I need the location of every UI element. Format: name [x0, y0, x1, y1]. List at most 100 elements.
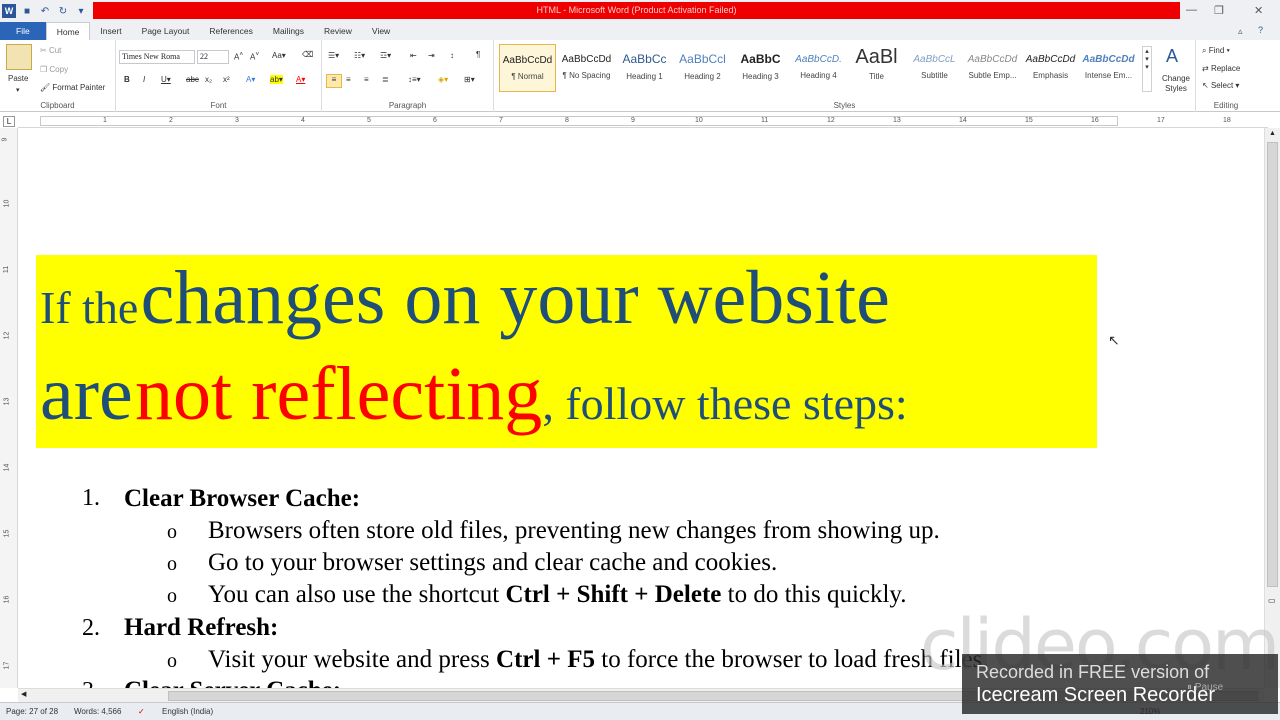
align-left-icon[interactable]: ≡ [326, 74, 342, 88]
style-no-spacing[interactable]: AaBbCcDd ¶ No Spacing [558, 44, 615, 92]
style-subtle-emphasis[interactable]: AaBbCcDd Subtle Emp... [964, 44, 1021, 92]
tab-references[interactable]: References [199, 22, 262, 40]
bullets-icon[interactable]: ☰▾ [328, 51, 339, 60]
style-emphasis[interactable]: AaBbCcDd Emphasis [1022, 44, 1079, 92]
grow-font-icon[interactable]: A˄ [234, 51, 243, 62]
sort-icon[interactable]: ↕ [450, 51, 454, 60]
bullet-text: Browsers often store old files, preventi… [208, 517, 940, 544]
paragraph-label: Paragraph [388, 101, 427, 110]
replace-button[interactable]: ⇄ Replace [1202, 64, 1240, 73]
style-title[interactable]: AaBl Title [848, 44, 905, 92]
scroll-up-icon[interactable]: ▲ [1269, 130, 1276, 137]
decrease-indent-icon[interactable]: ⇤ [410, 51, 417, 60]
minimize-ribbon-icon[interactable]: ▵ [1238, 26, 1243, 37]
borders-icon[interactable]: ⊞▾ [464, 75, 475, 84]
bullet-icon: o [167, 521, 177, 543]
minimize-icon[interactable]: — [1186, 4, 1197, 16]
style-heading-2[interactable]: AaBbCcl Heading 2 [674, 44, 731, 92]
tab-page-layout[interactable]: Page Layout [132, 22, 200, 40]
numbering-icon[interactable]: ☷▾ [354, 51, 365, 60]
copy-icon: ❐ [40, 65, 48, 74]
ruler-number: 3 [235, 117, 239, 124]
tab-review[interactable]: Review [314, 22, 362, 40]
help-icon[interactable]: ? [1258, 25, 1263, 35]
style-heading-1[interactable]: AaBbCc Heading 1 [616, 44, 673, 92]
justify-icon[interactable]: ≣ [382, 75, 389, 84]
increase-indent-icon[interactable]: ⇥ [428, 51, 435, 60]
bullet-icon: o [167, 650, 177, 672]
page-count[interactable]: Page: 27 of 28 [6, 703, 58, 720]
font-color-icon[interactable]: A▾ [296, 75, 305, 84]
close-icon[interactable]: ✕ [1254, 4, 1263, 17]
paste-button[interactable]: Paste [8, 74, 28, 83]
restore-icon[interactable]: ❐ [1214, 4, 1224, 17]
vertical-ruler[interactable]: 9 10 11 12 13 14 15 16 17 [0, 128, 18, 688]
show-marks-icon[interactable]: ¶ [476, 50, 480, 59]
format-painter-button[interactable]: 🖌 Format Painter [40, 83, 105, 92]
ruler-number: 9 [1, 137, 9, 142]
paste-icon[interactable] [6, 44, 32, 70]
ruler-number: 1 [103, 117, 107, 124]
tab-home[interactable]: Home [45, 22, 91, 40]
pause-button[interactable]: ⏸ Pause [1187, 682, 1223, 693]
list-item-title: Clear Browser Cache: [124, 485, 361, 512]
underline-icon[interactable]: U▾ [161, 75, 171, 84]
select-button[interactable]: ↖ Select ▾ [1202, 81, 1239, 90]
list-item-title: Clear Server Cache: [124, 678, 341, 688]
bullet-icon: o [167, 553, 177, 575]
shrink-font-icon[interactable]: A˅ [250, 51, 259, 62]
subscript-icon[interactable]: x₂ [205, 75, 212, 84]
proofing-icon[interactable]: ✓ [138, 703, 145, 720]
align-center-icon[interactable]: ≡ [346, 75, 351, 84]
redo-icon[interactable]: ↻ [56, 4, 70, 18]
tab-file[interactable]: File [0, 22, 46, 40]
font-group: Times New Roma 22 A˄ A˅ Aa▾ ⌫ B I U▾ abc… [116, 40, 322, 112]
style-subtitle[interactable]: AaBbCcL Subtitle [906, 44, 963, 92]
highlight-color-icon[interactable]: ab▾ [270, 75, 283, 84]
strikethrough-icon[interactable]: abc [186, 75, 199, 84]
scissors-icon: ✂ [40, 46, 47, 55]
word-count[interactable]: Words: 4,566 [74, 703, 121, 720]
customize-qat-icon[interactable]: ▾ [74, 4, 88, 18]
style-normal[interactable]: AaBbCcDd ¶ Normal [499, 44, 556, 92]
change-styles-button[interactable]: Change Styles [1158, 74, 1194, 94]
ruler-number: 9 [631, 117, 635, 124]
cut-button[interactable]: ✂ Cut [40, 46, 61, 55]
horizontal-ruler[interactable]: 1 2 3 4 5 6 7 8 9 10 11 12 13 14 15 16 1… [18, 114, 1268, 128]
save-icon[interactable]: ■ [20, 4, 34, 18]
font-name-select[interactable]: Times New Roma [119, 50, 195, 64]
font-size-select[interactable]: 22 [197, 50, 229, 64]
undo-icon[interactable]: ↶ [38, 4, 52, 18]
find-button[interactable]: ⌕ Find ▾ [1202, 46, 1230, 56]
superscript-icon[interactable]: x² [223, 75, 230, 84]
style-intense-emphasis[interactable]: AaBbCcDd Intense Em... [1080, 44, 1137, 92]
ribbon-tabs: File Home Insert Page Layout References … [0, 22, 1280, 40]
tab-insert[interactable]: Insert [90, 22, 131, 40]
change-case-icon[interactable]: Aa▾ [272, 51, 286, 60]
tab-view[interactable]: View [362, 22, 400, 40]
list-number: 2. [82, 615, 100, 641]
tab-selector[interactable]: L [3, 116, 15, 127]
align-right-icon[interactable]: ≡ [364, 75, 369, 84]
multilevel-list-icon[interactable]: ☲▾ [380, 51, 391, 60]
clear-formatting-icon[interactable]: ⌫ [302, 50, 313, 59]
line-spacing-icon[interactable]: ↕≡▾ [408, 75, 421, 84]
italic-icon[interactable]: I [143, 75, 145, 84]
list-number: 1. [82, 485, 100, 511]
text-effects-icon[interactable]: A▾ [246, 75, 255, 84]
copy-button[interactable]: ❐ Copy [40, 65, 68, 74]
tab-mailings[interactable]: Mailings [263, 22, 314, 40]
style-heading-4[interactable]: AaBbCcD. Heading 4 [790, 44, 847, 92]
bold-icon[interactable]: B [124, 75, 130, 84]
bullet-text: You can also use the shortcut Ctrl + Shi… [208, 581, 907, 608]
scroll-left-icon[interactable]: ◀ [21, 690, 26, 698]
word-logo-icon[interactable]: W [2, 4, 16, 18]
style-heading-3[interactable]: AaBbC Heading 3 [732, 44, 789, 92]
shading-icon[interactable]: ◈▾ [438, 75, 448, 84]
styles-scroll-icon[interactable]: ▴ ▾ ▾ [1142, 46, 1152, 92]
ruler-active-area [40, 116, 1118, 126]
change-styles-icon[interactable]: A [1166, 46, 1178, 67]
language-indicator[interactable]: English (India) [162, 703, 213, 720]
paste-dropdown-icon[interactable]: ▾ [16, 86, 20, 94]
vertical-scroll-thumb[interactable] [1267, 142, 1278, 587]
